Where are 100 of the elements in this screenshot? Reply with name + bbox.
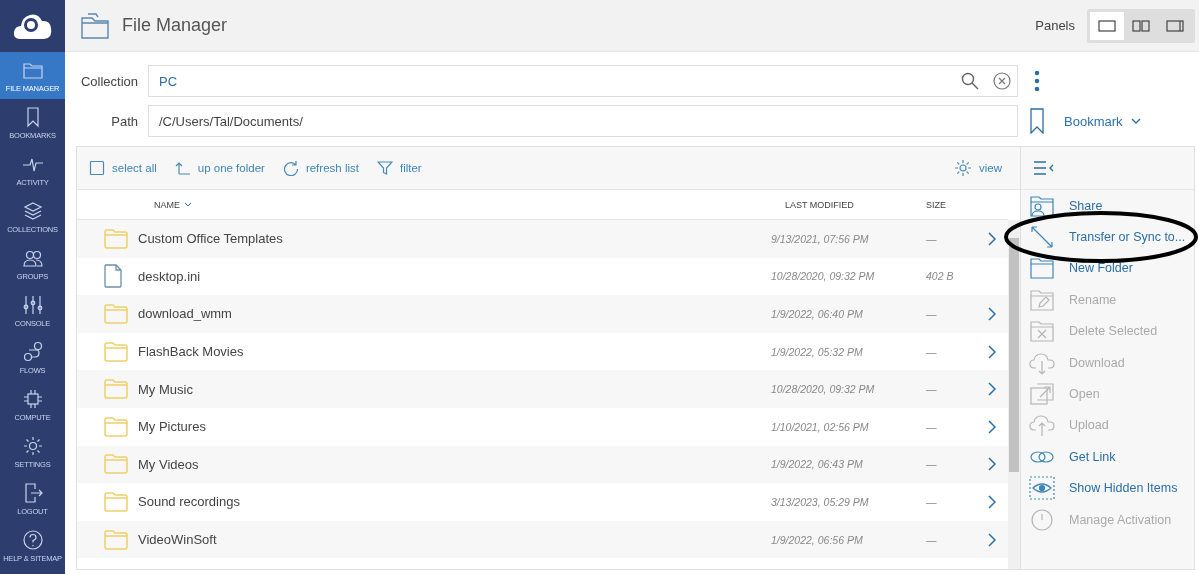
chevron-right-icon[interactable]: [988, 419, 996, 434]
chevron-right-icon[interactable]: [988, 532, 996, 547]
file-name: My Pictures: [138, 419, 207, 435]
file-size: —: [926, 533, 938, 546]
more-options-icon[interactable]: [1034, 70, 1040, 92]
page-title: File Manager: [122, 15, 228, 36]
modified-date: 10/28/2020, 09:32 PM: [771, 270, 876, 283]
modified-date: 1/9/2022, 05:32 PM: [771, 345, 864, 358]
folder-icon: [80, 11, 110, 40]
scrollbar[interactable]: [1008, 220, 1020, 569]
sort-caret-icon: [184, 202, 192, 207]
modified-date: 10/28/2020, 09:32 PM: [771, 383, 876, 396]
panel-layout-button[interactable]: [1090, 11, 1124, 40]
file-size: —: [926, 420, 938, 433]
diagonal-arrow-icon: [1029, 225, 1055, 250]
file-name: My Music: [138, 381, 194, 397]
path-field[interactable]: /C/Users/Tal/Documents/: [148, 105, 1018, 137]
folder-icon: [104, 379, 128, 400]
modified-date: 1/9/2022, 06:56 PM: [771, 533, 864, 546]
settings-icon: [954, 159, 972, 177]
modified-date: 1/9/2022, 06:40 PM: [771, 308, 864, 320]
bookmark-icon[interactable]: [1030, 108, 1044, 134]
folder-icon: [104, 529, 128, 550]
toolbar-button[interactable]: filter: [376, 160, 422, 176]
action-item[interactable]: Get Link: [1021, 441, 1116, 473]
cloud-upload-icon: [1029, 413, 1055, 438]
flow-icon: [21, 340, 44, 363]
file-name: Sound recordings: [138, 494, 241, 510]
x-folder-icon: [1029, 319, 1055, 344]
collapse-menu-icon[interactable]: [1033, 161, 1055, 175]
file-row[interactable]: Custom Office Templates 9/13/2021, 07:56 PM —: [77, 220, 1008, 258]
settings-icon: [21, 434, 44, 457]
modified-date: 1/10/2021, 02:56 PM: [771, 420, 870, 433]
file-name: Custom Office Templates: [138, 231, 284, 247]
share-icon: [1029, 193, 1055, 218]
modified-date: 9/13/2021, 07:56 PM: [771, 232, 870, 245]
modified-date: 3/13/2023, 05:29 PM: [771, 495, 870, 508]
file-size: —: [926, 308, 938, 320]
select-all-button[interactable]: select all: [89, 160, 157, 176]
file-name: VideoWinSoft: [138, 532, 218, 548]
file-size: —: [926, 345, 938, 358]
action-item[interactable]: New Folder: [1021, 252, 1133, 285]
field-label: Path: [110, 113, 138, 129]
chevron-right-icon[interactable]: [988, 457, 996, 472]
chevron-right-icon[interactable]: [988, 344, 996, 359]
folder-icon: [104, 304, 128, 324]
file-row[interactable]: desktop.ini 10/28/2020, 09:32 PM 402 B: [77, 257, 1008, 296]
checkbox[interactable]: [89, 160, 105, 176]
chevron-right-icon[interactable]: [988, 307, 996, 321]
collection-field[interactable]: PC: [148, 65, 1018, 97]
file-icon: [104, 264, 122, 289]
view-button[interactable]: view: [954, 159, 1002, 177]
file-row[interactable]: My Videos 1/9/2022, 06:43 PM —: [77, 445, 1008, 484]
file-size: 402 B: [926, 270, 955, 283]
filter-icon: [376, 160, 393, 176]
file-size: —: [926, 232, 938, 245]
folder-icon: [104, 491, 128, 512]
column-header[interactable]: NAME: [138, 199, 771, 210]
clear-icon[interactable]: [993, 72, 1011, 90]
file-size: —: [926, 495, 938, 508]
chevron-right-icon[interactable]: [988, 382, 996, 397]
folder-icon: [104, 416, 128, 437]
cloud-download-icon: [1029, 350, 1055, 375]
column-header[interactable]: LAST MODIFIED: [771, 199, 926, 210]
power-icon: [1029, 507, 1055, 532]
folder-icon: [104, 341, 128, 362]
file-row[interactable]: My Music 10/28/2020, 09:32 PM —: [77, 370, 1008, 408]
file-name: download_wmm: [138, 306, 233, 322]
chevron-right-icon[interactable]: [988, 494, 996, 509]
chevron-right-icon[interactable]: [988, 231, 996, 246]
file-name: FlashBack Movies: [138, 344, 245, 360]
search-icon[interactable]: [961, 72, 979, 90]
two-panel-icon: [1132, 19, 1150, 32]
up-arrow-icon: [174, 160, 191, 176]
file-row[interactable]: My Pictures 1/10/2021, 02:56 PM —: [77, 407, 1008, 446]
bookmark-dropdown[interactable]: Bookmark: [1064, 113, 1141, 129]
refresh-icon: [282, 160, 299, 176]
file-row[interactable]: download_wmm 1/9/2022, 06:40 PM —: [77, 295, 1008, 333]
single-panel-icon: [1098, 19, 1116, 32]
file-row[interactable]: FlashBack Movies 1/9/2022, 05:32 PM —: [77, 332, 1008, 371]
chip-icon: [21, 387, 44, 410]
caret-icon: [1130, 118, 1141, 124]
open-external-icon: [1029, 382, 1055, 407]
file-row[interactable]: VideoWinSoft 1/9/2022, 06:56 PM —: [77, 520, 1008, 559]
panels-label: Panels: [1035, 18, 1075, 33]
folder-icon: [104, 228, 128, 249]
help-icon: [21, 528, 44, 551]
column-header[interactable]: SIZE: [926, 199, 988, 210]
file-row[interactable]: Sound recordings 3/13/2023, 05:29 PM —: [77, 483, 1008, 521]
action-item[interactable]: Share: [1021, 190, 1103, 222]
toolbar-button[interactable]: refresh list: [282, 160, 359, 176]
eye-icon: [1029, 476, 1055, 501]
action-item[interactable]: Show Hidden Items: [1021, 472, 1178, 504]
toolbar-button[interactable]: up one folder: [174, 160, 265, 176]
pencil-folder-icon: [1029, 287, 1055, 312]
file-size: —: [926, 383, 938, 396]
field-label: Collection: [79, 73, 138, 89]
side-panel-icon: [1166, 19, 1184, 32]
modified-date: 1/9/2022, 06:43 PM: [771, 458, 864, 471]
folder-icon: [104, 454, 128, 475]
